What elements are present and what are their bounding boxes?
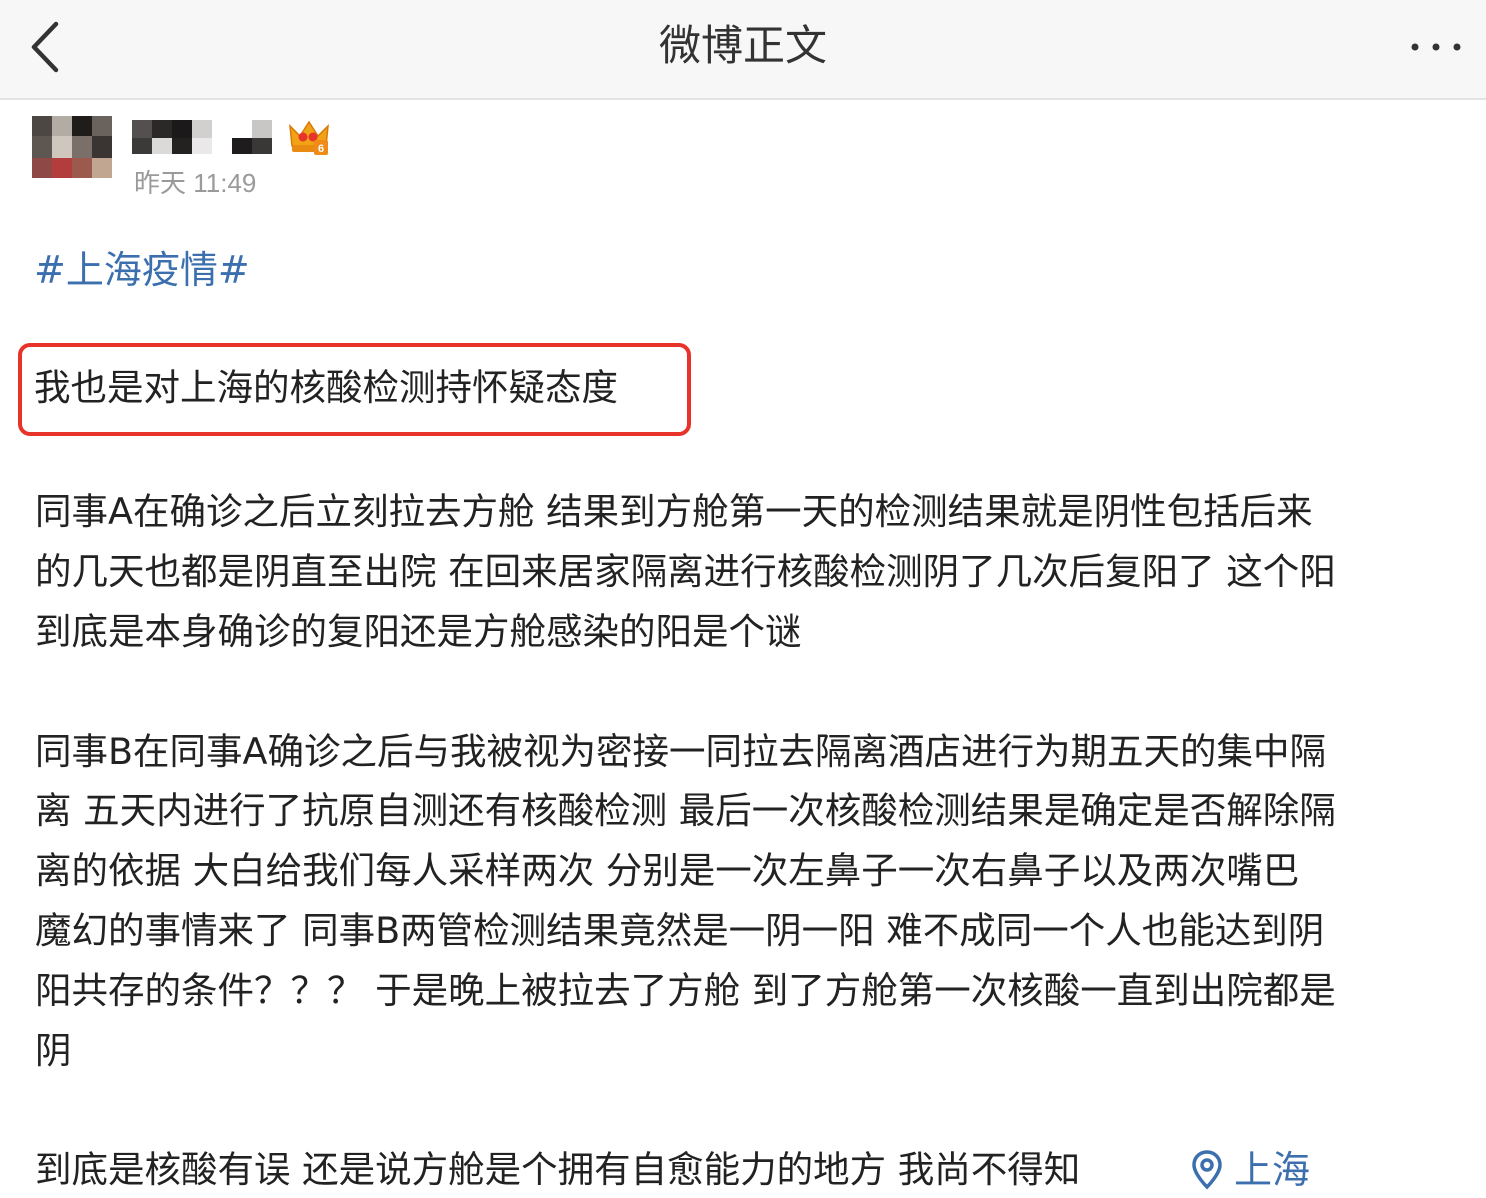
location-link[interactable]: 上海 bbox=[1190, 1144, 1310, 1196]
post-timestamp: 昨天 11:49 bbox=[134, 168, 257, 198]
paragraph-2-line: 同事B在同事A确诊之后与我被视为密接一同拉去隔离酒店进行为期五天的集中隔 bbox=[35, 730, 1327, 773]
paragraph-1-line: 同事A在确诊之后立刻拉去方舱 结果到方舱第一天的检测结果就是阴性包括后来 bbox=[35, 490, 1313, 533]
navbar: 微博正文 bbox=[0, 0, 1486, 100]
location-label: 上海 bbox=[1234, 1148, 1311, 1192]
location-pin-icon bbox=[1192, 1150, 1222, 1190]
paragraph-3-line: 到底是核酸有误 还是说方舱是个拥有自愈能力的地方 我尚不得知 bbox=[35, 1148, 1081, 1191]
page-title: 微博正文 bbox=[658, 21, 827, 70]
paragraph-2-line: 魔幻的事情来了 同事B两管检测结果竟然是一阴一阳 难不成同一个人也能达到阴 bbox=[35, 909, 1325, 952]
paragraph-2-line: 离的依据 大白给我们每人采样两次 分别是一次左鼻子一次右鼻子以及两次嘴巴 bbox=[35, 849, 1300, 892]
paragraph-1-line: 的几天也都是阴直至出院 在回来居家隔离进行核酸检测阴了几次后复阳了 这个阳 bbox=[35, 550, 1336, 593]
paragraph-2-line: 阳共存的条件？？？ 于是晚上被拉去了方舱 到了方舱第一次核酸一直到出院都是 bbox=[35, 969, 1336, 1012]
more-dots-icon bbox=[1411, 43, 1461, 51]
vip-crown-icon: 6 bbox=[288, 118, 330, 158]
paragraph-2-line: 离 五天内进行了抗原自测还有核酸检测 最后一次核酸检测结果是确定是否解除隔 bbox=[35, 789, 1336, 832]
highlighted-sentence: 我也是对上海的核酸检测持怀疑态度 bbox=[34, 366, 618, 409]
svg-text:6: 6 bbox=[318, 143, 324, 155]
avatar[interactable] bbox=[32, 116, 112, 178]
topic-hashtag-link[interactable]: #上海疫情# bbox=[34, 246, 250, 294]
username[interactable] bbox=[132, 116, 274, 158]
more-button[interactable] bbox=[1406, 24, 1466, 70]
paragraph-1-line: 到底是本身确诊的复阳还是方舱感染的阳是个谜 bbox=[35, 610, 802, 653]
paragraph-2-line: 阴 bbox=[35, 1029, 72, 1072]
